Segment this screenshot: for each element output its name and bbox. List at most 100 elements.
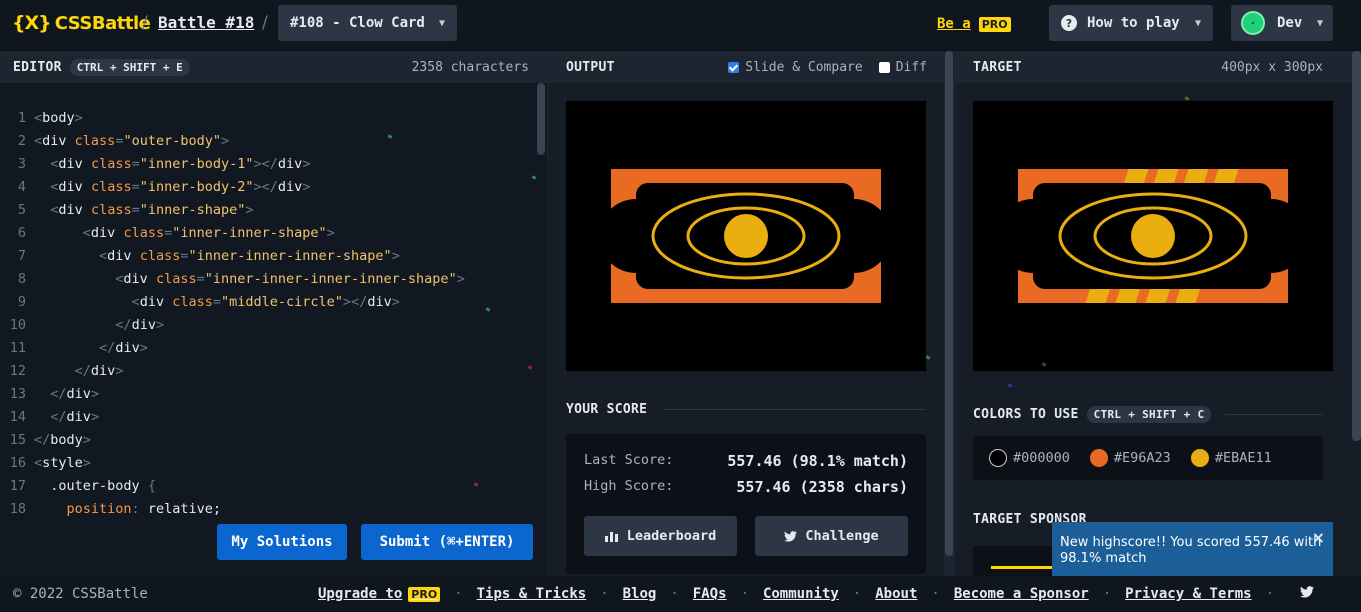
separator-dot: · — [931, 586, 940, 602]
chevron-down-icon: ▼ — [438, 17, 445, 29]
line-number: 11 — [9, 340, 26, 356]
avatar: ✦ — [1241, 11, 1265, 35]
line-number: 14 — [9, 409, 26, 425]
twitter-icon[interactable] — [1300, 586, 1315, 602]
copyright: © 2022 CSSBattle — [13, 586, 148, 602]
battle-link[interactable]: Battle #18 — [158, 13, 254, 32]
leaderboard-button[interactable]: Leaderboard — [584, 516, 737, 556]
color-palette: #000000 #E96A23 #EBAE11 — [973, 436, 1323, 480]
be-a-label: Be a — [937, 16, 971, 32]
slide-compare-toggle[interactable]: Slide & Compare — [728, 60, 863, 75]
output-canvas[interactable] — [566, 101, 926, 371]
upgrade-label: Upgrade to — [318, 586, 403, 602]
swatch-circle — [1089, 449, 1108, 467]
how-to-play-label: How to play — [1087, 15, 1180, 31]
high-score-label: High Score: — [584, 478, 674, 494]
footer-link-privacy[interactable]: Privacy & Terms — [1125, 586, 1251, 602]
challenge-label: Challenge — [805, 528, 879, 544]
target-select-dropdown[interactable]: #108 - Clow Card ▼ — [278, 5, 457, 41]
line-number: 6 — [17, 225, 26, 241]
score-card: Last Score: 557.46 (98.1% match) High Sc… — [566, 434, 926, 574]
color-code: #E96A23 — [1113, 450, 1171, 466]
output-render — [599, 169, 891, 303]
pro-badge: PRO — [978, 16, 1011, 32]
close-icon[interactable]: × — [1312, 530, 1325, 546]
high-score-row: High Score: 557.46 (2358 chars) — [584, 478, 908, 496]
code-line: 6 < div class = "inner-inner-shape" > — [0, 222, 535, 245]
code-line: 10 < / div > — [0, 314, 535, 337]
line-number: 7 — [17, 248, 26, 264]
last-score-row: Last Score: 557.46 (98.1% match) — [584, 452, 908, 470]
code-line: 11 < / div > — [0, 337, 535, 360]
swatch-circle — [989, 449, 1007, 467]
twitter-icon — [784, 530, 798, 542]
separator-dot: · — [670, 586, 679, 602]
color-swatch-black[interactable]: #000000 — [989, 449, 1070, 467]
code-line: 17 .outer-body { — [0, 475, 535, 498]
code-line: 2 < div class = "outer-body" > — [0, 130, 535, 153]
line-number: 18 — [9, 501, 26, 517]
submit-button[interactable]: Submit (⌘+ENTER) — [361, 524, 533, 560]
code-line: 7 < div class = "inner-inner-inner-shape" > — [0, 245, 535, 268]
editor-header: EDITOR CTRL + SHIFT + E 2358 characters — [0, 51, 547, 83]
line-number: 12 — [9, 363, 26, 379]
line-number: 15 — [9, 432, 26, 448]
slide-compare-checkbox[interactable] — [728, 61, 740, 73]
code-line: 15 < / body > — [0, 429, 535, 452]
sponsor-logo — [991, 566, 1061, 569]
output-scrollbar[interactable] — [945, 51, 953, 556]
be-a-pro-link[interactable]: Be a PRO — [937, 16, 1011, 32]
character-count: 2358 characters — [411, 59, 529, 75]
color-swatch-orange[interactable]: #E96A23 — [1089, 449, 1171, 467]
diff-checkbox[interactable] — [878, 61, 890, 73]
code-lines[interactable]: 1 < body >2 < div class = "outer-body" >3 < div c… — [0, 107, 535, 521]
target-select-label: #108 - Clow Card — [290, 15, 425, 31]
breadcrumb-separator: / — [142, 13, 148, 33]
question-icon: ? — [1061, 15, 1077, 31]
code-line: 18 position: relative; — [0, 498, 535, 521]
color-swatch-yellow[interactable]: #EBAE11 — [1190, 449, 1272, 467]
how-to-play-button[interactable]: ? How to play ▼ — [1049, 5, 1213, 41]
separator-dot: · — [852, 586, 862, 602]
challenge-button[interactable]: Challenge — [755, 516, 908, 556]
color-code: #000000 — [1013, 450, 1070, 466]
diff-toggle[interactable]: Diff — [878, 60, 927, 75]
line-number: 8 — [17, 271, 26, 287]
line-number: 17 — [9, 478, 26, 494]
footer-upgrade-link[interactable]: Upgrade to PRO — [318, 586, 441, 602]
colors-label: COLORS TO USE — [973, 407, 1079, 422]
line-number: 1 — [17, 110, 26, 126]
toast-message: New highscore!! You scored 557.46 with 9… — [1060, 535, 1322, 566]
footer-link-tips[interactable]: Tips & Tricks — [477, 586, 587, 602]
footer-link-about[interactable]: About — [875, 586, 917, 602]
swatch-circle — [1190, 449, 1209, 467]
editor-scrollbar[interactable] — [537, 83, 545, 155]
editor-shortcut-badge: CTRL + SHIFT + E — [69, 58, 190, 76]
your-score-label: YOUR SCORE — [566, 402, 648, 417]
colors-shortcut-badge: CTRL + SHIFT + C — [1086, 406, 1212, 423]
line-number: 3 — [17, 156, 26, 172]
chevron-down-icon: ▼ — [1316, 17, 1323, 29]
line-number: 10 — [9, 317, 26, 333]
footer-link-sponsor[interactable]: Become a Sponsor — [954, 586, 1089, 602]
code-line: 16 < style > — [0, 452, 535, 475]
footer-link-faqs[interactable]: FAQs — [693, 586, 727, 602]
logo[interactable]: {X} CSSBattle — [12, 12, 151, 34]
separator-dot: · — [740, 586, 749, 602]
my-solutions-button[interactable]: My Solutions — [217, 524, 347, 560]
colors-title: COLORS TO USE CTRL + SHIFT + C — [973, 406, 1323, 423]
separator-dot: · — [454, 586, 463, 602]
footer-link-blog[interactable]: Blog — [623, 586, 657, 602]
divider-line — [1225, 414, 1323, 415]
target-image — [996, 169, 1308, 303]
target-title: TARGET — [973, 59, 1022, 75]
code-line: 1 < body > — [0, 107, 535, 130]
target-scrollbar[interactable] — [1352, 51, 1361, 441]
last-score-value: 557.46 (98.1% match) — [727, 452, 908, 470]
code-editor[interactable]: 1 < body >2 < div class = "outer-body" >3 < div c… — [0, 83, 547, 576]
your-score-title: YOUR SCORE — [566, 402, 926, 417]
footer-link-community[interactable]: Community — [763, 586, 839, 602]
logo-text: CSSBattle — [54, 12, 151, 34]
user-menu[interactable]: ✦ Dev ▼ — [1231, 5, 1333, 41]
code-line: 12 < / div > — [0, 360, 535, 383]
